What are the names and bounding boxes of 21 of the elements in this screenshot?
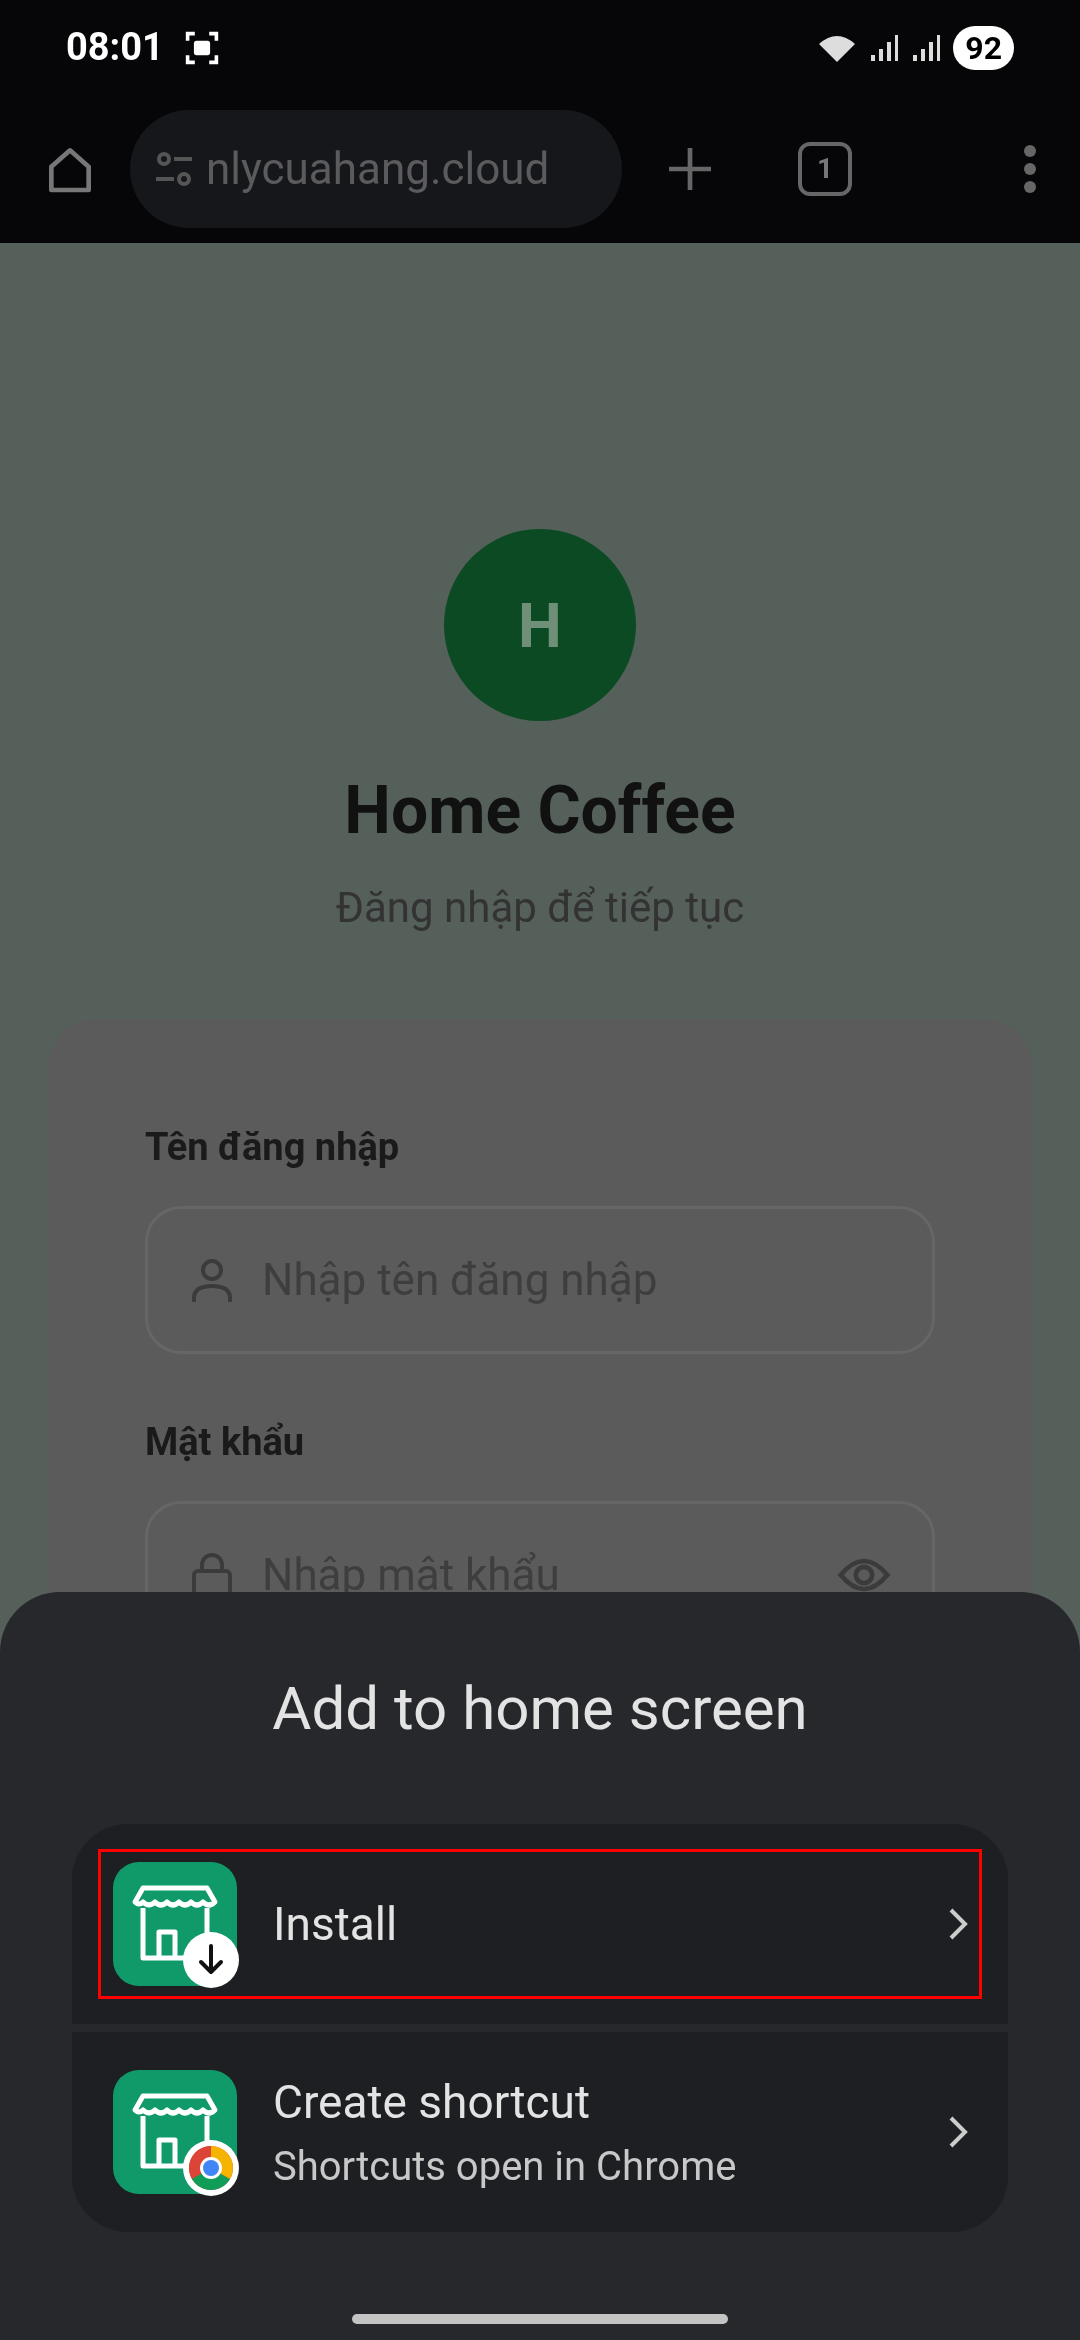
sheet-title: Add to home screen bbox=[272, 1672, 808, 1746]
signal-icon bbox=[869, 32, 900, 63]
address-bar[interactable]: nlycuahang.cloud bbox=[130, 110, 622, 228]
option-label: Create shortcut bbox=[273, 2073, 591, 2131]
more-menu-icon[interactable] bbox=[1022, 145, 1038, 193]
option-subtitle: Shortcuts open in Chrome bbox=[273, 2141, 737, 2192]
avatar: H bbox=[444, 529, 636, 721]
store-download-icon bbox=[113, 1862, 237, 1986]
status-time: 08:01 bbox=[66, 24, 164, 71]
field-label: Tên đăng nhập bbox=[145, 1124, 401, 1171]
option-label: Install bbox=[273, 1895, 398, 1953]
store-title: Home Coffee bbox=[344, 771, 736, 851]
sheet-option[interactable]: Create shortcut Shortcuts open in Chrome bbox=[72, 2032, 1008, 2232]
field-label: Mật khẩu bbox=[145, 1419, 306, 1466]
screenshot-icon bbox=[183, 29, 220, 66]
battery-level: 92 bbox=[953, 25, 1014, 70]
url-text: nlycuahang.cloud bbox=[206, 142, 550, 197]
tab-switcher-button[interactable]: 1 bbox=[798, 142, 852, 196]
sheet-option[interactable]: Install bbox=[72, 1824, 1008, 2024]
store-chrome-icon bbox=[113, 2070, 237, 2194]
signal-icon bbox=[911, 32, 942, 63]
